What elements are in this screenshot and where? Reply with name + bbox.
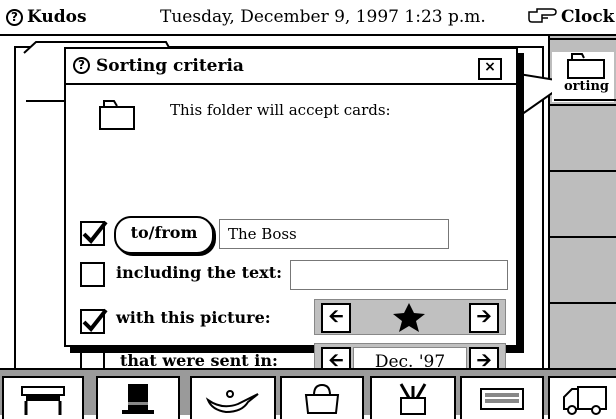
bag-button[interactable]: [280, 376, 364, 419]
clock-label: Clock: [561, 7, 615, 27]
dialog-title-bar: ? Sorting criteria ×: [66, 49, 516, 85]
pencil-cup-icon: [399, 382, 427, 415]
picture-picker: 🡨 🡪: [314, 299, 506, 335]
sorting-folder-label: orting: [564, 79, 610, 94]
desk-icon: [21, 385, 65, 415]
keyboard-button[interactable]: [460, 376, 544, 419]
sorting-folder[interactable]: orting: [554, 48, 616, 100]
picture-prev-arrow[interactable]: 🡨: [321, 303, 351, 333]
star-icon[interactable]: [389, 302, 429, 332]
close-button[interactable]: ×: [478, 58, 502, 80]
magic-lamp-icon: [205, 389, 259, 413]
help-icon: ?: [6, 9, 23, 26]
help-icon[interactable]: ?: [73, 57, 90, 74]
folder-icon: [567, 53, 605, 79]
out-tray-button[interactable]: [548, 376, 616, 419]
bottom-tray: [0, 368, 616, 419]
hat-button[interactable]: [96, 376, 180, 419]
keyboard-icon: [480, 387, 524, 410]
date-time: Tuesday, December 9, 1997 1:23 p.m.: [160, 7, 486, 27]
to-from-checkbox[interactable]: [80, 220, 108, 246]
picture-criterion-label: with this picture:: [116, 308, 271, 327]
pointing-hand-icon: [528, 8, 557, 23]
dialog-title: Sorting criteria: [96, 56, 244, 76]
delivery-truck-icon: [563, 385, 607, 415]
top-hat-icon: [122, 383, 154, 414]
clock-button[interactable]: Clock: [528, 7, 614, 27]
handbag-icon: [304, 383, 340, 414]
intro-text: This folder will accept cards:: [170, 101, 391, 119]
supplies-button[interactable]: [370, 376, 456, 419]
checkmark-icon: [82, 308, 108, 333]
lamp-button[interactable]: [190, 376, 276, 419]
text-field[interactable]: [290, 260, 508, 290]
picture-next-arrow[interactable]: 🡪: [469, 303, 499, 333]
top-status-bar: ? Kudos Tuesday, December 9, 1997 1:23 p.…: [0, 0, 616, 36]
app-name: Kudos: [27, 7, 87, 27]
text-criterion-label: including the text:: [116, 263, 282, 282]
folder-icon: [99, 100, 135, 130]
desk-button[interactable]: [2, 376, 84, 419]
app-menu[interactable]: ? Kudos: [6, 7, 87, 27]
to-from-field[interactable]: The Boss: [219, 219, 449, 249]
text-checkbox[interactable]: [80, 262, 105, 287]
to-from-button[interactable]: to/from: [114, 216, 214, 254]
picture-checkbox[interactable]: [80, 308, 108, 334]
sorting-criteria-dialog: ? Sorting criteria × This folder will ac…: [64, 47, 518, 379]
checkmark-icon: [82, 220, 108, 245]
